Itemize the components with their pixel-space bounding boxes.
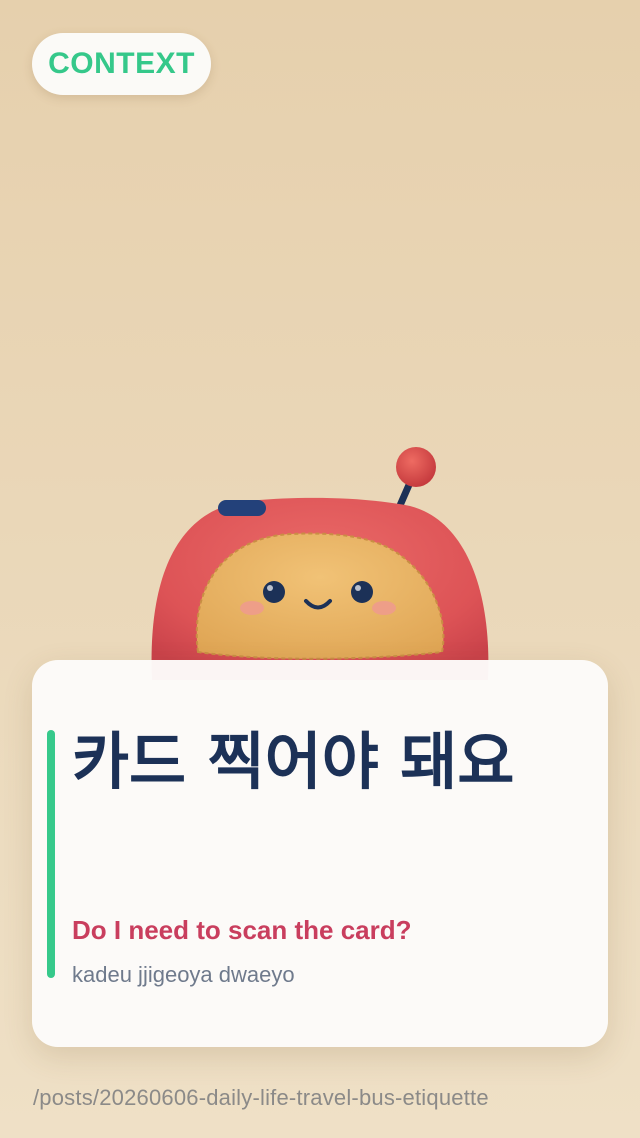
context-badge: CONTEXT — [32, 33, 211, 95]
red-robot-mascot-icon — [151, 447, 489, 680]
context-badge-label: CONTEXT — [48, 47, 195, 80]
korean-phrase: 카드 찍어야 돼요 — [72, 725, 515, 798]
post-path: /posts/20260606-daily-life-travel-bus-et… — [33, 1085, 489, 1110]
robot-mascot-illustration — [130, 440, 510, 680]
phrase-card: 카드 찍어야 돼요 Do I need to scan the card? ka… — [32, 660, 608, 1047]
accent-bar — [47, 730, 55, 978]
english-translation: Do I need to scan the card? — [72, 915, 412, 945]
romanization: kadeu jjigeoya dwaeyo — [72, 962, 295, 987]
